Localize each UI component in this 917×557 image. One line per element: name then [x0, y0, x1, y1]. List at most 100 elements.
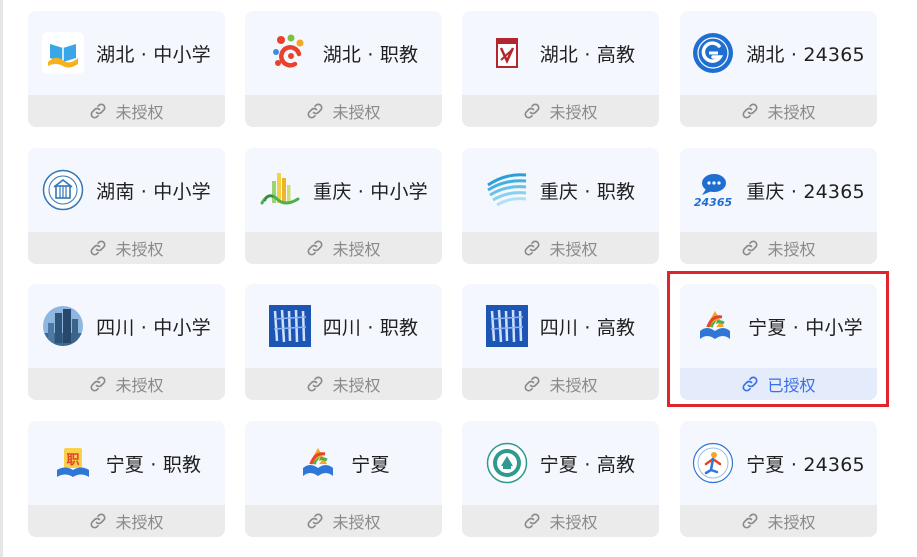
platform-name: 宁夏 · 24365: [746, 453, 865, 476]
platform-name: 宁夏: [351, 453, 390, 476]
authorization-status[interactable]: 未授权: [245, 95, 442, 127]
authorization-status-label: 未授权: [332, 103, 381, 122]
link-icon: [523, 512, 541, 530]
card-main: 24365 重庆 · 24365: [680, 148, 877, 232]
authorization-status-label: 未授权: [549, 240, 598, 259]
platform-card[interactable]: 宁夏 · 高教未授权: [462, 421, 659, 537]
authorization-status[interactable]: 未授权: [28, 95, 225, 127]
link-icon: [523, 102, 541, 120]
authorization-status[interactable]: 未授权: [245, 368, 442, 400]
platform-card[interactable]: 湖北 · 24365 未授权: [680, 11, 877, 127]
ningxia-vocational-logo-icon: 职: [52, 442, 94, 484]
ningxia-24365-logo-icon: [692, 442, 734, 484]
platform-name: 湖南 · 中小学: [96, 180, 211, 203]
authorization-status[interactable]: 未授权: [245, 505, 442, 537]
authorization-status-label: 未授权: [115, 513, 164, 532]
authorization-status-label: 未授权: [549, 103, 598, 122]
platform-name: 重庆 · 中小学: [313, 180, 428, 203]
link-icon: [741, 375, 759, 393]
authorization-status-label: 未授权: [767, 240, 816, 259]
sichuan-higher-ed-logo-icon: [485, 305, 528, 347]
link-icon: [306, 102, 324, 120]
authorization-status[interactable]: 未授权: [680, 95, 877, 127]
platform-name: 宁夏 · 中小学: [748, 316, 863, 339]
authorization-status[interactable]: 已授权: [680, 368, 877, 400]
authorization-status-label: 未授权: [115, 103, 164, 122]
platform-name: 湖北 · 职教: [322, 43, 419, 66]
hubei-higher-ed-logo-icon: [486, 32, 528, 74]
card-main: 四川 · 职教: [245, 284, 442, 368]
authorization-status-label: 未授权: [767, 103, 816, 122]
authorization-status-label: 未授权: [767, 513, 816, 532]
ningxia-k12-logo-icon: [694, 305, 736, 347]
authorization-status-label: 已授权: [767, 376, 816, 395]
platform-name: 宁夏 · 高教: [539, 453, 636, 476]
authorization-status-label: 未授权: [115, 240, 164, 259]
platform-grid: 湖北 · 中小学 未授权 湖北 · 职教 未授权 湖北 · 高教 未授权 湖北 · 2436…: [0, 0, 917, 557]
platform-card[interactable]: 宁夏 · 中小学已授权: [680, 284, 877, 400]
authorization-status[interactable]: 未授权: [680, 232, 877, 264]
authorization-status[interactable]: 未授权: [462, 505, 659, 537]
card-main: 重庆 · 职教: [462, 148, 659, 232]
platform-name: 四川 · 高教: [539, 316, 636, 339]
card-main: 湖北 · 高教: [462, 11, 659, 95]
platform-card[interactable]: 重庆 · 职教未授权: [462, 148, 659, 264]
card-main: 宁夏 · 高教: [462, 421, 659, 505]
card-main: 宁夏 · 中小学: [680, 284, 877, 368]
card-main: 四川 · 高教: [462, 284, 659, 368]
link-icon: [89, 239, 107, 257]
platform-card[interactable]: 湖南 · 中小学未授权: [28, 148, 225, 264]
link-icon: [89, 375, 107, 393]
authorization-status[interactable]: 未授权: [462, 232, 659, 264]
authorization-status-label: 未授权: [549, 376, 598, 395]
authorization-status[interactable]: 未授权: [680, 505, 877, 537]
authorization-status[interactable]: 未授权: [28, 505, 225, 537]
platform-name: 湖北 · 24365: [746, 43, 865, 66]
authorization-status[interactable]: 未授权: [462, 368, 659, 400]
authorization-status[interactable]: 未授权: [28, 232, 225, 264]
link-icon: [741, 239, 759, 257]
platform-card[interactable]: 重庆 · 中小学未授权: [245, 148, 442, 264]
platform-card[interactable]: 湖北 · 中小学未授权: [28, 11, 225, 127]
platform-name: 四川 · 职教: [322, 316, 419, 339]
platform-name: 重庆 · 职教: [539, 180, 636, 203]
ningxia-higher-ed-logo-icon: [486, 442, 528, 484]
link-icon: [306, 239, 324, 257]
sichuan-vocational-logo-icon: [268, 305, 311, 347]
platform-name: 湖北 · 中小学: [96, 43, 211, 66]
link-icon: [741, 102, 759, 120]
platform-card[interactable]: 湖北 · 高教未授权: [462, 11, 659, 127]
link-icon: [306, 375, 324, 393]
platform-card[interactable]: 宁夏未授权: [245, 421, 442, 537]
card-main: 湖北 · 职教: [245, 11, 442, 95]
link-icon: [741, 512, 759, 530]
platform-card[interactable]: 职 宁夏 · 职教未授权: [28, 421, 225, 537]
card-main: 重庆 · 中小学: [245, 148, 442, 232]
authorization-status-label: 未授权: [115, 376, 164, 395]
card-main: 四川 · 中小学: [28, 284, 225, 368]
platform-card[interactable]: 四川 · 职教未授权: [245, 284, 442, 400]
authorization-status-label: 未授权: [549, 513, 598, 532]
authorization-status[interactable]: 未授权: [28, 368, 225, 400]
chongqing-vocational-logo-icon: [486, 169, 528, 211]
platform-card[interactable]: 四川 · 高教未授权: [462, 284, 659, 400]
svg-text:职: 职: [66, 453, 79, 468]
platform-card[interactable]: 湖北 · 职教未授权: [245, 11, 442, 127]
platform-card[interactable]: 四川 · 中小学未授权: [28, 284, 225, 400]
card-main: 湖北 · 中小学: [28, 11, 225, 95]
hubei-k12-logo-icon: [42, 32, 85, 74]
sichuan-k12-logo-icon: [42, 305, 84, 347]
card-main: 职 宁夏 · 职教: [28, 421, 225, 505]
platform-card[interactable]: 24365 重庆 · 24365 未授权: [680, 148, 877, 264]
card-main: 湖北 · 24365: [680, 11, 877, 95]
authorization-status[interactable]: 未授权: [245, 232, 442, 264]
link-icon: [89, 512, 107, 530]
authorization-status[interactable]: 未授权: [462, 95, 659, 127]
link-icon: [89, 102, 107, 120]
platform-card[interactable]: 宁夏 · 24365 未授权: [680, 421, 877, 537]
platform-name: 重庆 · 24365: [746, 180, 865, 203]
card-main: 宁夏 · 24365: [680, 421, 877, 505]
platform-name: 宁夏 · 职教: [105, 453, 202, 476]
hunan-k12-logo-icon: [42, 169, 84, 211]
platform-name: 湖北 · 高教: [539, 43, 636, 66]
